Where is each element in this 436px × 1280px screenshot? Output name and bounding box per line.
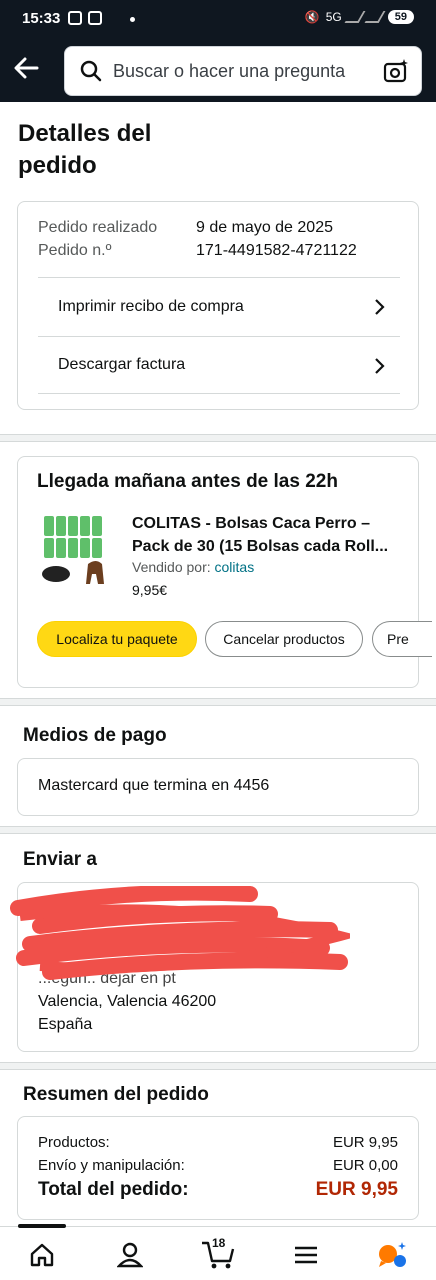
redaction-scribble bbox=[10, 886, 348, 980]
delivery-title: Llegada mañana antes de las 22h bbox=[37, 471, 338, 492]
seller-info: Vendido por: colitas bbox=[132, 559, 254, 575]
nav-rufus-button[interactable] bbox=[372, 1239, 412, 1271]
summary-card: Productos: EUR 9,95 Envío y manipulación… bbox=[17, 1116, 419, 1220]
battery-indicator: 59 bbox=[387, 10, 414, 24]
active-tab-indicator bbox=[18, 1224, 66, 1228]
order-number-value: 171-4491582-4721122 bbox=[196, 242, 357, 259]
status-time: 15:33 bbox=[22, 10, 61, 27]
nav-home-button[interactable] bbox=[22, 1239, 62, 1271]
cancel-products-button[interactable]: Cancelar productos bbox=[205, 621, 363, 657]
page-title: Detalles del pedido bbox=[18, 120, 152, 179]
app-header: 15:33 🔇 5G 59 Buscar o hacer una pregunt… bbox=[0, 0, 436, 102]
payment-method: Mastercard que termina en 4456 bbox=[38, 777, 270, 794]
order-number-label: Pedido n.º bbox=[38, 242, 112, 259]
shipping-title: Enviar a bbox=[23, 849, 97, 870]
shipping-country: España bbox=[38, 1016, 93, 1033]
assistant-icon bbox=[379, 1242, 406, 1267]
home-icon bbox=[30, 1243, 54, 1267]
summary-shipping-label: Envío y manipulación: bbox=[38, 1157, 185, 1174]
mute-icon: 🔇 bbox=[304, 10, 320, 24]
print-receipt-link[interactable]: Imprimir recibo de compra bbox=[38, 277, 400, 335]
bottom-navigation: 18 bbox=[0, 1224, 436, 1280]
nav-menu-button[interactable] bbox=[286, 1239, 326, 1271]
summary-products-label: Productos: bbox=[38, 1134, 110, 1151]
section-divider bbox=[0, 826, 436, 834]
section-divider bbox=[0, 1062, 436, 1070]
chevron-right-icon bbox=[375, 358, 385, 374]
network-type: 5G bbox=[325, 10, 342, 24]
nav-account-button[interactable] bbox=[110, 1239, 150, 1271]
section-divider bbox=[0, 434, 436, 442]
menu-icon bbox=[295, 1246, 317, 1264]
summary-products-value: EUR 9,95 bbox=[332, 1134, 398, 1151]
order-date-label: Pedido realizado bbox=[38, 219, 158, 236]
cart-count-badge: 18 bbox=[212, 1236, 226, 1250]
status-right: 🔇 5G 59 bbox=[305, 10, 414, 24]
app-notification-icon bbox=[88, 11, 102, 25]
product-title-line1: COLITAS - Bolsas Caca Perro – bbox=[132, 515, 370, 532]
summary-total-value: EUR 9,95 bbox=[315, 1179, 398, 1200]
download-invoice-label: Descargar factura bbox=[58, 356, 186, 373]
notification-dot-icon bbox=[130, 17, 135, 22]
signal-icon bbox=[344, 11, 366, 23]
product-price: 9,95€ bbox=[132, 582, 168, 598]
back-button[interactable] bbox=[8, 50, 44, 86]
search-icon bbox=[80, 60, 102, 82]
payment-title: Medios de pago bbox=[23, 725, 167, 746]
print-receipt-label: Imprimir recibo de compra bbox=[58, 297, 244, 315]
more-actions-button[interactable]: Pre bbox=[372, 621, 432, 657]
product-image[interactable] bbox=[40, 514, 112, 588]
search-placeholder[interactable]: Buscar o hacer una pregunta bbox=[113, 61, 345, 82]
payment-card: Mastercard que termina en 4456 bbox=[17, 758, 419, 816]
product-title-line2: Pack de 30 (15 Bolsas cada Roll... bbox=[132, 538, 389, 555]
product-title[interactable]: COLITAS - Bolsas Caca Perro – Pack de 30… bbox=[132, 512, 404, 558]
user-icon bbox=[117, 1242, 143, 1268]
order-date-value: 9 de mayo de 2025 bbox=[196, 219, 333, 236]
order-info-card: Pedido realizado 9 de mayo de 2025 Pedid… bbox=[17, 201, 419, 410]
track-package-button[interactable]: Localiza tu paquete bbox=[37, 621, 197, 657]
signal-icon-2 bbox=[364, 11, 386, 23]
screenshot-icon bbox=[68, 11, 82, 25]
summary-total-label: Total del pedido: bbox=[38, 1179, 189, 1200]
camera-search-icon[interactable] bbox=[383, 58, 409, 84]
shipping-city: Valencia, Valencia 46200 bbox=[38, 993, 217, 1010]
arrow-left-icon bbox=[14, 57, 39, 79]
seller-link[interactable]: colitas bbox=[215, 559, 255, 575]
nav-cart-button[interactable]: 18 bbox=[198, 1236, 238, 1271]
download-invoice-link[interactable]: Descargar factura bbox=[38, 336, 400, 394]
section-divider bbox=[0, 698, 436, 706]
search-bar[interactable]: Buscar o hacer una pregunta bbox=[64, 46, 422, 96]
status-bar: 15:33 🔇 5G 59 bbox=[0, 0, 436, 38]
chevron-right-icon bbox=[375, 299, 385, 315]
summary-shipping-value: EUR 0,00 bbox=[332, 1157, 398, 1174]
sold-by-label: Vendido por: bbox=[132, 559, 211, 575]
summary-title: Resumen del pedido bbox=[23, 1084, 209, 1105]
